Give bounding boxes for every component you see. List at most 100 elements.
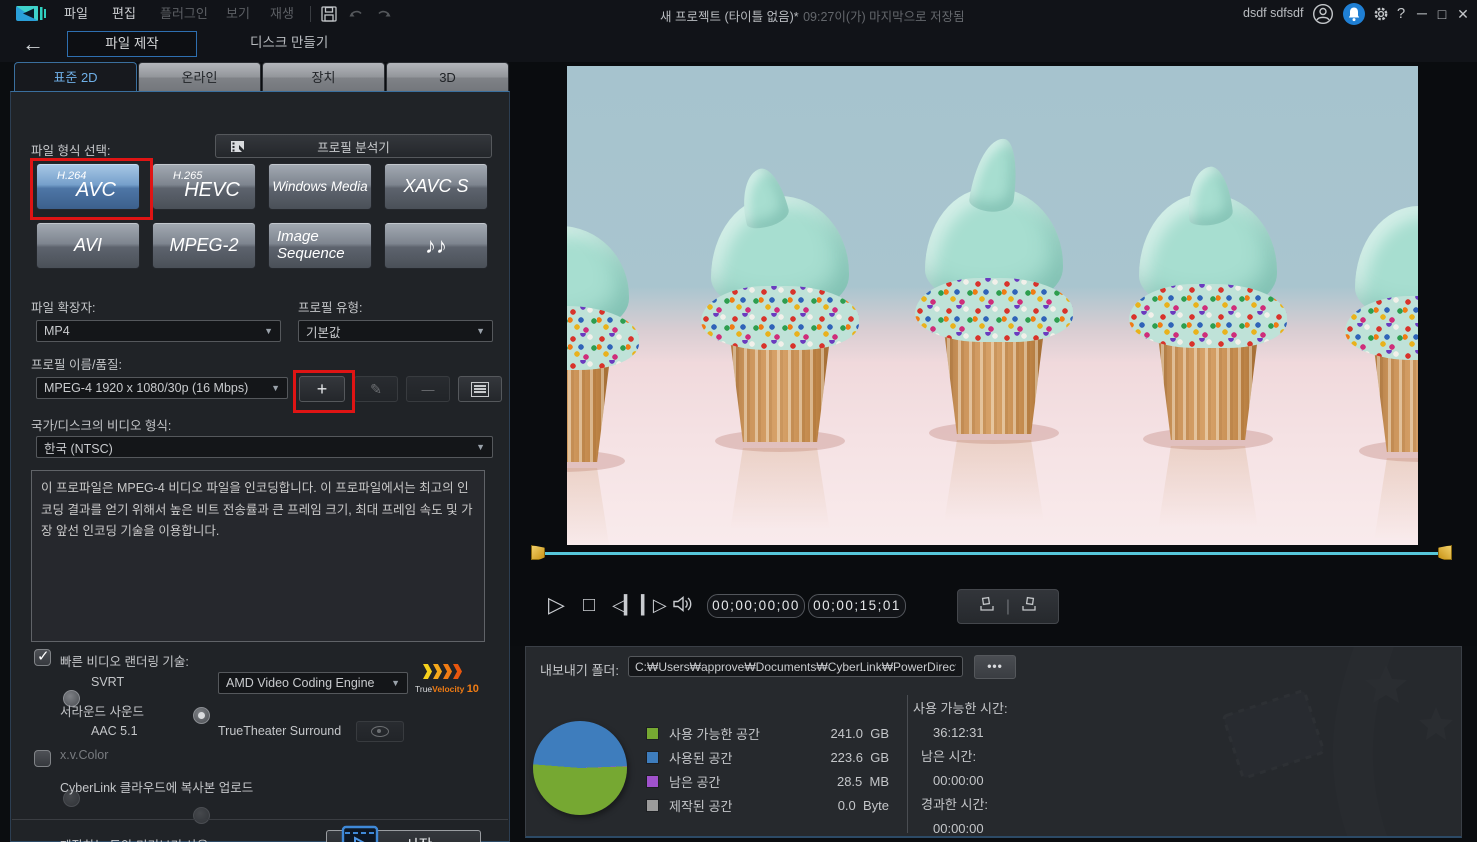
avatar-icon[interactable]	[1312, 3, 1334, 30]
mark-out-button[interactable]	[1020, 596, 1038, 617]
truetheater-label: TrueTheater Surround	[218, 724, 342, 738]
help-button[interactable]: ?	[1392, 0, 1410, 28]
legend-row: 사용된 공간 223.6 GB	[646, 745, 889, 769]
truetheater-settings-button	[356, 721, 404, 742]
browse-folder-button[interactable]: •••	[974, 655, 1016, 679]
tab-3d[interactable]: 3D	[386, 62, 509, 92]
produce-settings-panel: 표준 2D 온라인 장치 3D 파일 형식 선택: 프로필 분석기 H.264 …	[10, 62, 510, 842]
chevron-shape	[423, 664, 432, 679]
pencil-icon: ✎	[370, 380, 382, 397]
chevron-down-icon: ▼	[391, 678, 400, 688]
tab-produce-file[interactable]: 파일 제작	[67, 31, 197, 57]
hardware-encoder-select[interactable]: AMD Video Coding Engine ▼	[218, 672, 408, 694]
file-format-label: 파일 형식 선택:	[31, 144, 111, 158]
fast-render-label: 빠른 비디오 랜더링 기술:	[60, 655, 189, 669]
chevron-down-icon: ▼	[476, 326, 485, 336]
tab-standard-2d[interactable]: 표준 2D	[14, 62, 137, 92]
mark-in-button[interactable]	[978, 596, 996, 617]
format-avi-button[interactable]: AVI	[36, 222, 140, 269]
export-folder-input[interactable]	[628, 656, 963, 677]
profile-name-select[interactable]: MPEG-4 1920 x 1080/30p (16 Mbps) ▼	[36, 377, 288, 399]
minus-icon: —	[421, 381, 435, 397]
fast-render-checkbox[interactable]	[34, 647, 51, 666]
previous-frame-button[interactable]: ◁▎	[612, 595, 638, 616]
stop-button[interactable]: □	[583, 594, 595, 617]
time-stats: 사용 가능한 시간: 36:12:31 남은 시간: 00:00:00 경과한 …	[913, 697, 1008, 836]
save-icon[interactable]	[320, 5, 338, 28]
profile-type-label: 프로필 유형:	[298, 301, 363, 315]
output-info-panel: 내보내기 폴더: ••• 사용 가능한 공간 241.0 GB 사용된 공간 2…	[525, 646, 1462, 838]
available-time-value: 36:12:31	[933, 725, 984, 740]
cupcake-illustration	[1339, 184, 1418, 545]
profile-type-select[interactable]: 기본값 ▼	[298, 320, 493, 342]
legend-swatch	[646, 798, 659, 812]
country-format-label: 국가/디스크의 비디오 형식:	[31, 419, 172, 433]
legend-swatch	[646, 750, 659, 764]
elapsed-time-value: 00:00:00	[933, 821, 984, 836]
settings-gear-icon[interactable]	[1371, 4, 1391, 29]
menu-file[interactable]: 파일	[64, 0, 88, 28]
project-title-text: 새 프로젝트 (타이틀 없음)*	[660, 10, 799, 24]
format-xavc-s-button[interactable]: XAVC S	[384, 163, 488, 210]
profile-name-label: 프로필 이름/품질:	[31, 358, 122, 372]
music-notes-icon: ♪♪	[425, 232, 447, 258]
cupcake-illustration	[695, 164, 865, 538]
aac51-label: AAC 5.1	[91, 724, 138, 738]
tab-create-disc[interactable]: 디스크 만들기	[250, 31, 328, 55]
profile-details-button[interactable]	[458, 376, 502, 402]
cupcake-illustration	[1123, 164, 1293, 536]
legend-swatch	[646, 774, 659, 788]
seek-slider-track[interactable]	[540, 552, 1445, 555]
divider	[907, 695, 908, 833]
back-arrow-icon[interactable]: ←	[22, 31, 44, 57]
trim-buttons-group: |	[957, 589, 1059, 624]
format-audio-button[interactable]: ♪♪	[384, 222, 488, 269]
volume-icon[interactable]	[672, 595, 694, 618]
format-image-sequence-button[interactable]: Image Sequence	[268, 222, 372, 269]
hardware-encoder-radio[interactable]	[193, 707, 210, 724]
preview-while-producing-label: 제작하는 동안 미리보기 사용	[60, 835, 208, 842]
menu-view: 보기	[226, 6, 250, 21]
preview-zone: ▷ □ ◁▎ ▎▷ 00;00;00;00 00;00;15;01 |	[510, 62, 1477, 646]
tab-online[interactable]: 온라인	[138, 62, 261, 92]
trim-divider: |	[1005, 597, 1011, 615]
chevron-down-icon: ▼	[264, 326, 273, 336]
notification-bell-icon[interactable]	[1343, 3, 1365, 25]
minimize-button[interactable]: ─	[1413, 0, 1431, 27]
app-logo-icon	[10, 3, 50, 30]
legend-swatch	[646, 726, 659, 740]
menu-separator	[310, 6, 311, 22]
profile-analyzer-button[interactable]: 프로필 분석기	[215, 134, 492, 158]
divider	[12, 819, 508, 820]
title-bar: 파일 편집 플러그인 보기 재생 새 프로젝트 (타이틀 없음)* 09:27이…	[0, 0, 1477, 28]
surround-sound-checkbox[interactable]	[34, 750, 51, 767]
file-extension-label: 파일 확장자:	[31, 301, 96, 315]
legend-row: 제작된 공간 0.0 Byte	[646, 793, 889, 817]
cupcake-illustration	[909, 135, 1079, 530]
available-time-label: 사용 가능한 시간:	[913, 701, 1008, 716]
maximize-button[interactable]: □	[1433, 0, 1451, 28]
export-folder-label: 내보내기 폴더:	[540, 663, 619, 678]
close-button[interactable]: ✕	[1454, 0, 1472, 28]
file-extension-select[interactable]: MP4 ▼	[36, 320, 281, 342]
annotation-box-plus	[293, 370, 355, 413]
cloud-upload-label: CyberLink 클라우드에 복사본 업로드	[60, 781, 254, 795]
next-frame-button[interactable]: ▎▷	[641, 595, 667, 616]
remaining-time-label: 남은 시간:	[921, 749, 977, 764]
elapsed-time-label: 경과한 시간:	[921, 797, 989, 812]
play-button[interactable]: ▷	[548, 592, 565, 618]
menu-plugin: 플러그인	[160, 6, 208, 21]
profile-description: 이 프로파일은 MPEG-4 비디오 파일을 인코딩합니다. 이 프로파일에서는…	[31, 470, 485, 642]
country-format-select[interactable]: 한국 (NTSC) ▼	[36, 436, 493, 458]
timecode-current[interactable]: 00;00;00;00	[707, 594, 805, 618]
format-h265-hevc-button[interactable]: H.265 HEVC	[152, 163, 256, 210]
menu-edit[interactable]: 편집	[112, 0, 136, 28]
mark-out-slider-handle[interactable]	[1438, 545, 1452, 560]
tab-device[interactable]: 장치	[262, 62, 385, 92]
chevron-shape	[453, 664, 462, 679]
cupcake-illustration	[567, 194, 645, 545]
format-windows-media-button[interactable]: Windows Media	[268, 163, 372, 210]
user-name: dsdf sdfsdf	[1243, 6, 1304, 20]
mark-in-slider-handle[interactable]	[531, 545, 545, 560]
format-mpeg2-button[interactable]: MPEG-2	[152, 222, 256, 269]
